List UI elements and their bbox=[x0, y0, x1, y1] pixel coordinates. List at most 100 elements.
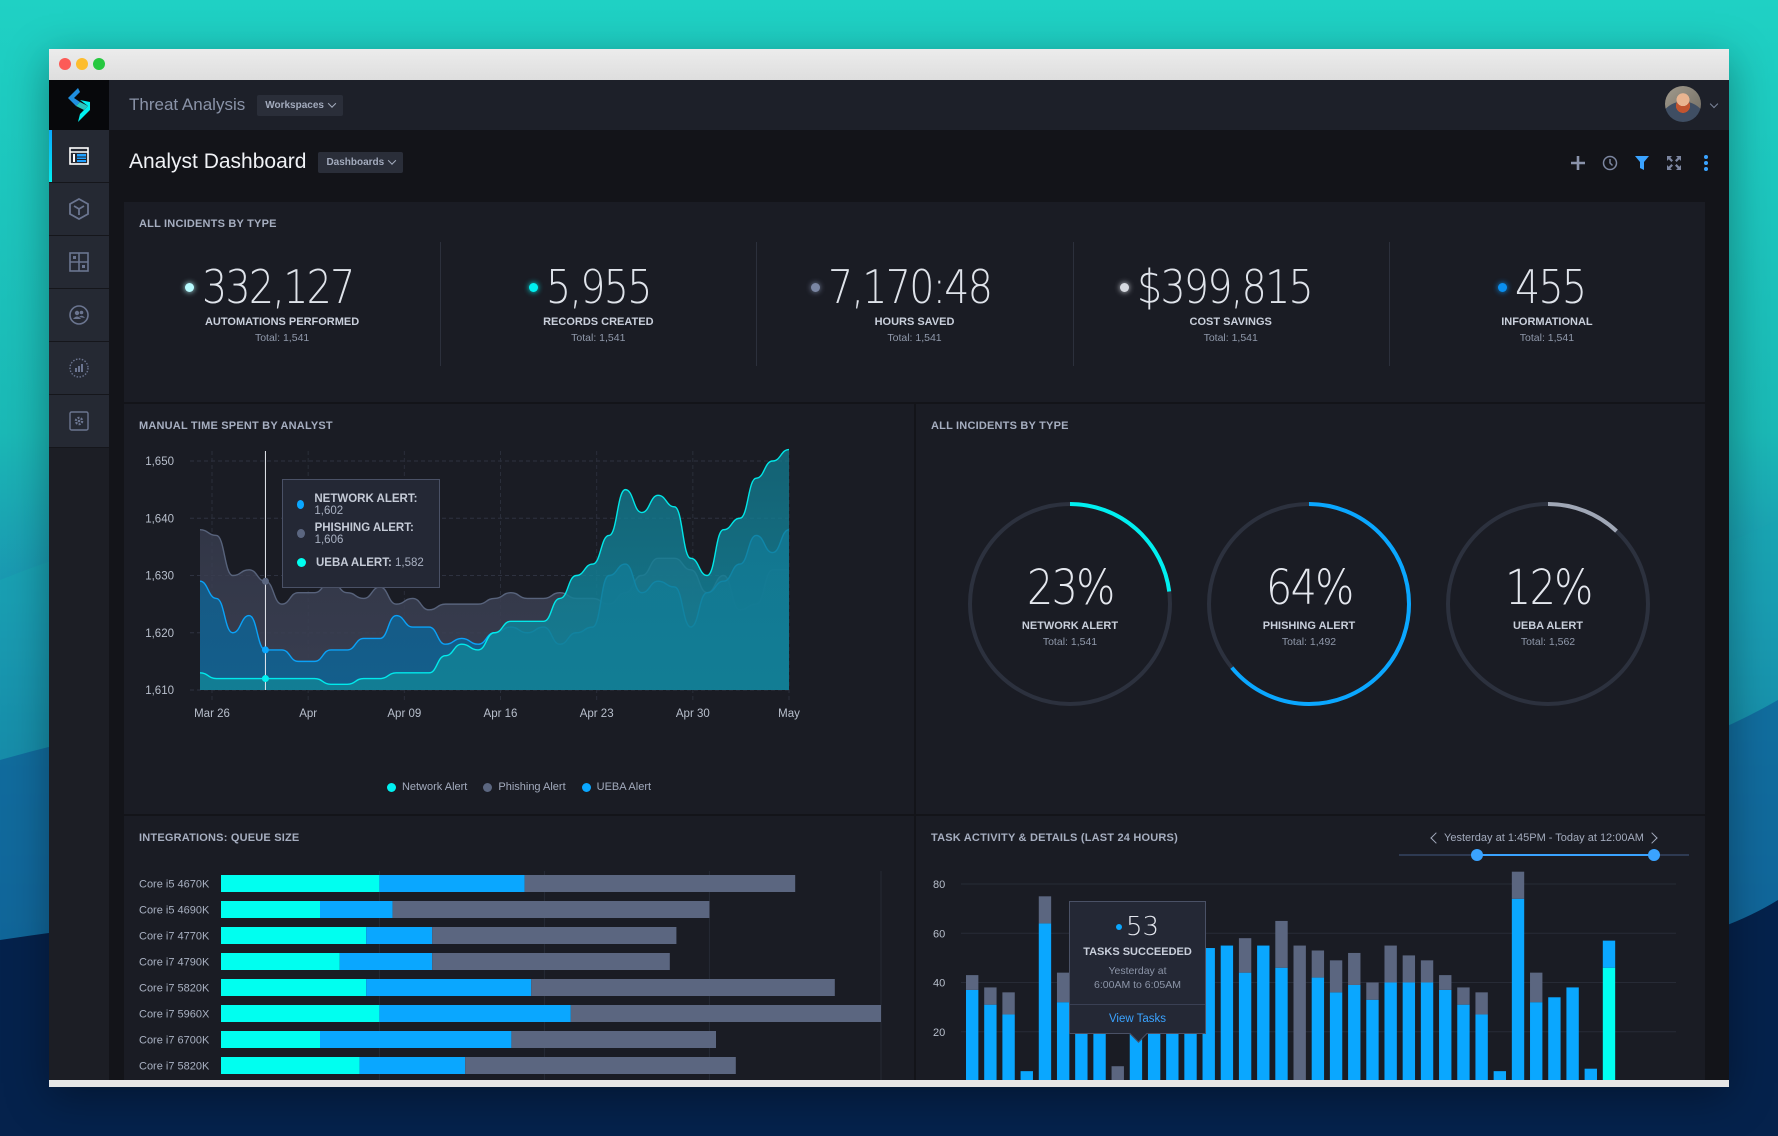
sidebar-item-widgets[interactable] bbox=[49, 236, 109, 289]
area-chart[interactable]: 1,610 1,620 1,630 1,640 1,650 Mar 26 Apr Apr 09… bbox=[124, 404, 914, 814]
y-tick-label: 1,620 bbox=[145, 628, 174, 640]
legend-item-ueba[interactable]: UEBA Alert bbox=[581, 781, 651, 793]
incidents-donut-panel: ALL INCIDENTS BY TYPE 23% NETWORK ALERT To… bbox=[916, 404, 1705, 814]
kpi-card[interactable]: 5,955 RECORDS CREATED Total: 1,541 bbox=[440, 242, 756, 392]
line-chart-tooltip: NETWORK ALERT: 1,602 PHISHING ALERT: 1,6… bbox=[282, 479, 440, 588]
tooltip-row-ueba: UEBA ALERT: 1,582 bbox=[297, 548, 425, 577]
more-icon[interactable] bbox=[1697, 154, 1715, 172]
kpi-value: 332,127 bbox=[202, 260, 355, 314]
dashboards-dropdown[interactable]: Dashboards bbox=[318, 151, 404, 173]
hover-marker bbox=[261, 577, 269, 585]
user-avatar[interactable] bbox=[1665, 86, 1701, 122]
bar-segment-succeeded bbox=[1439, 989, 1452, 1081]
chevron-down-icon bbox=[327, 99, 337, 108]
bar-segment bbox=[524, 875, 796, 892]
bar-segment-succeeded bbox=[1238, 972, 1252, 1081]
app-title: Threat Analysis bbox=[129, 95, 246, 114]
bar-segment-succeeded bbox=[1038, 923, 1052, 1081]
kpi-value: 7,170:48 bbox=[828, 260, 993, 314]
manual-time-panel: MANUAL TIME SPENT BY ANALYST 1,610 1,620 1… bbox=[124, 404, 914, 814]
kpi-label: HOURS SAVED bbox=[874, 316, 955, 328]
bar-segment-other bbox=[1293, 945, 1306, 1081]
kpi-value: 455 bbox=[1514, 260, 1587, 314]
bar-segment-other bbox=[1530, 972, 1543, 1003]
bar-segment bbox=[320, 1031, 512, 1048]
tooltip-label: PHISHING ALERT: bbox=[314, 521, 414, 534]
task-tooltip-value: 53 bbox=[1125, 912, 1160, 942]
app-logo[interactable] bbox=[49, 80, 109, 130]
tooltip-dot bbox=[297, 529, 305, 538]
kpi-card[interactable]: 455 INFORMATIONAL Total: 1,541 bbox=[1388, 242, 1705, 392]
task-tooltip-sub1: Yesterday at bbox=[1108, 965, 1167, 977]
bar-segment-other bbox=[966, 975, 979, 990]
y-tick-label: 1,650 bbox=[145, 456, 174, 468]
bar-segment-succeeded bbox=[1257, 945, 1270, 1081]
kpi-total: Total: 1,541 bbox=[571, 332, 626, 344]
kpi-card[interactable]: 332,127 AUTOMATIONS PERFORMED Total: 1,5… bbox=[124, 242, 440, 392]
bar-segment-other bbox=[1420, 960, 1434, 983]
kpi-row: 332,127 AUTOMATIONS PERFORMED Total: 1,5… bbox=[124, 242, 1705, 392]
history-icon[interactable] bbox=[1601, 154, 1619, 172]
bar-segment-other bbox=[1002, 992, 1015, 1015]
x-tick-label: Apr 16 bbox=[484, 708, 518, 720]
sidebar-item-analytics[interactable] bbox=[49, 342, 109, 395]
add-icon[interactable] bbox=[1569, 154, 1587, 172]
fullscreen-icon[interactable] bbox=[1665, 154, 1683, 172]
sidebar-item-users[interactable] bbox=[49, 289, 109, 342]
donut-phishing[interactable]: 64% PHISHING ALERT Total: 1,492 bbox=[1204, 499, 1414, 709]
bar-segment-other bbox=[1311, 950, 1325, 978]
bar-segment-succeeded bbox=[1402, 982, 1416, 1081]
y-tick-label: 1,640 bbox=[145, 513, 174, 525]
app-window: Threat Analysis Workspaces Analyst Dashb… bbox=[49, 49, 1729, 1087]
bar-segment-succeeded bbox=[1530, 1002, 1543, 1081]
donut-network[interactable]: 23% NETWORK ALERT Total: 1,541 bbox=[965, 499, 1175, 709]
bar-segment-succeeded bbox=[1311, 977, 1325, 1081]
queue-bar-chart[interactable]: Core i5 4670K Core i5 4690K Core i7 4770K C… bbox=[124, 816, 914, 1086]
kpi-card[interactable]: 7,170:48 HOURS SAVED Total: 1,541 bbox=[756, 242, 1072, 392]
tooltip-dot bbox=[297, 558, 306, 567]
cube-icon bbox=[69, 198, 89, 220]
sidebar-item-cube[interactable] bbox=[49, 183, 109, 236]
bar-segment bbox=[221, 1057, 360, 1074]
bar-segment-other bbox=[1457, 987, 1470, 1005]
legend-item-phishing[interactable]: Phishing Alert bbox=[483, 781, 566, 793]
tooltip-value: 1,606 bbox=[314, 533, 344, 546]
bar-segment-succeeded bbox=[1457, 1004, 1470, 1081]
bar-segment-succeeded bbox=[1511, 898, 1525, 1081]
legend-item-network[interactable]: Network Alert bbox=[386, 781, 467, 793]
y-tick-label: 80 bbox=[933, 879, 945, 891]
bar-segment bbox=[465, 1057, 736, 1074]
donut-ueba[interactable]: 12% UEBA ALERT Total: 1,562 bbox=[1443, 499, 1653, 709]
close-window-button[interactable] bbox=[59, 58, 71, 70]
minimize-window-button[interactable] bbox=[76, 58, 88, 70]
tooltip-label: NETWORK ALERT: bbox=[314, 492, 418, 505]
tooltip-value: 1,602 bbox=[314, 504, 344, 517]
bar-segment-other bbox=[1056, 972, 1070, 1003]
filter-icon[interactable] bbox=[1633, 154, 1651, 172]
maximize-window-button[interactable] bbox=[93, 58, 105, 70]
tooltip-label: UEBA ALERT: bbox=[316, 556, 392, 569]
donut-total: Total: 1,562 bbox=[1520, 636, 1576, 648]
x-tick-label: Apr 09 bbox=[387, 708, 421, 720]
bar-segment-succeeded bbox=[1348, 984, 1361, 1081]
user-menu-chevron-icon[interactable] bbox=[1709, 99, 1719, 109]
task-bar-chart[interactable]: 20 40 60 80 bbox=[916, 816, 1705, 1086]
view-tasks-link[interactable]: View Tasks bbox=[1070, 1004, 1205, 1033]
sidebar-item-settings[interactable] bbox=[49, 395, 109, 448]
donut-panel-title: ALL INCIDENTS BY TYPE bbox=[931, 420, 1069, 432]
workspaces-dropdown[interactable]: Workspaces bbox=[257, 94, 343, 116]
dashboard-icon bbox=[69, 147, 89, 165]
hover-marker bbox=[261, 646, 269, 654]
x-tick-label: May bbox=[778, 708, 800, 720]
kpi-card[interactable]: $399,815 COST SAVINGS Total: 1,541 bbox=[1072, 242, 1389, 392]
x-tick-label: Apr 30 bbox=[676, 708, 710, 720]
kpi-status-dot bbox=[185, 282, 195, 292]
category-label: Core i7 5960X bbox=[139, 1009, 210, 1021]
legend-dot bbox=[386, 782, 396, 792]
bar-segment bbox=[221, 927, 367, 944]
bar-segment-succeeded bbox=[1566, 987, 1579, 1081]
y-tick-label: 20 bbox=[933, 1027, 945, 1039]
bar-segment bbox=[392, 901, 710, 918]
category-label: Core i7 4770K bbox=[139, 931, 210, 943]
sidebar-item-dashboard[interactable] bbox=[49, 130, 109, 183]
